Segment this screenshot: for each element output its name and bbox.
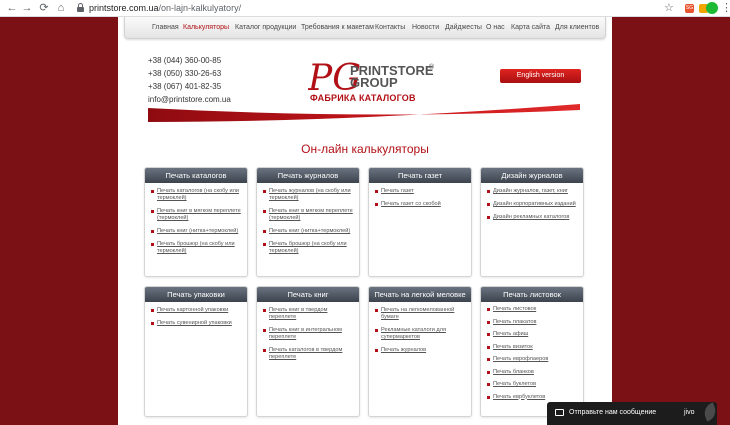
calculator-link[interactable]: Печать листовок [493, 306, 536, 312]
back-arrow-icon[interactable]: ← [5, 1, 19, 15]
calculator-link[interactable]: Печать книг в мягком переплете (термокле… [269, 208, 353, 221]
calculator-card-books: Печать книг Печать книг в твердом перепл… [256, 286, 360, 417]
browser-menu-icon[interactable]: ⋮ [721, 1, 730, 15]
calculator-link[interactable]: Печать журналов (на скобу или термоклей) [269, 188, 351, 201]
extension-icon[interactable]: SG [685, 4, 694, 13]
calculator-link[interactable]: Печать книг в твердом переплете [269, 307, 327, 320]
calculator-link[interactable]: Рекламные каталоги для супермаркетов [381, 327, 446, 340]
url-domain: printstore.com.ua [89, 3, 159, 13]
phone-number[interactable]: +38 (044) 360-00-85 [148, 54, 231, 67]
calculator-link[interactable]: Печать брошюр (на скобу или термоклей) [157, 241, 235, 254]
english-version-button[interactable]: English version [500, 69, 581, 83]
card-title: Печать книг [257, 287, 359, 302]
calculator-link[interactable]: Печать книг (нитка+термоклей) [269, 228, 350, 234]
calculator-card-newspapers: Печать газет Печать газет Печать газет с… [368, 167, 472, 277]
calculator-link[interactable]: Дизайн корпоративных изданий [493, 201, 576, 207]
nav-item-requirements[interactable]: Требования к макетам [301, 23, 374, 32]
card-title: Печать каталогов [145, 168, 247, 183]
calculator-link[interactable]: Печать бланков [493, 369, 534, 375]
nav-item-calculators[interactable]: Калькуляторы [183, 23, 229, 32]
reload-icon[interactable]: ⟳ [37, 1, 51, 15]
page-content: Главная Калькуляторы Каталог продукции Т… [118, 17, 612, 425]
chat-brand-label: jivo [684, 409, 695, 416]
calculator-link[interactable]: Печать книг в мягком переплете (термокле… [157, 208, 241, 221]
contact-block: +38 (044) 360-00-85 +38 (050) 330-26-63 … [148, 54, 231, 106]
nav-item-digests[interactable]: Дайджесты [445, 23, 482, 32]
phone-number[interactable]: +38 (050) 330-26-63 [148, 67, 231, 80]
calculator-link[interactable]: Печать плакатов [493, 319, 536, 325]
chat-widget-button[interactable]: Отправьте нам сообщение jivo [547, 402, 717, 425]
card-title: Печать упаковки [145, 287, 247, 302]
calculator-link[interactable]: Печать брошюр (на скобу или термоклей) [269, 241, 347, 254]
card-title: Печать газет [369, 168, 471, 183]
nav-item-clients[interactable]: Для клиентов [555, 23, 599, 32]
calculator-link[interactable]: Печать афиш [493, 331, 528, 337]
calculator-link[interactable]: Печать книг (нитка+термоклей) [157, 228, 238, 234]
calculator-card-light-coated: Печать на легкой меловке Печать на легко… [368, 286, 472, 417]
card-title: Печать журналов [257, 168, 359, 183]
lock-icon [77, 3, 84, 12]
home-icon[interactable]: ⌂ [54, 1, 68, 15]
nav-item-catalog[interactable]: Каталог продукции [235, 23, 296, 32]
forward-arrow-icon[interactable]: → [20, 1, 34, 15]
calculator-card-magazine-design: Дизайн журналов Дизайн журналов, газет, … [480, 167, 584, 277]
top-navigation: Главная Калькуляторы Каталог продукции Т… [124, 17, 606, 39]
profile-avatar[interactable] [706, 2, 718, 14]
calculator-link[interactable]: Печать на легкомелованной бумаге [381, 307, 454, 320]
calculator-link[interactable]: Печать еврофлаеров [493, 356, 548, 362]
calculator-link[interactable]: Печать журналов [381, 347, 426, 353]
url-path: /on-lajn-kalkulyatory/ [158, 3, 242, 13]
address-bar[interactable]: printstore.com.ua/on-lajn-kalkulyatory/ [89, 2, 241, 15]
logo-text-line2: GROUP [350, 75, 398, 90]
calculator-card-magazines: Печать журналов Печать журналов (на скоб… [256, 167, 360, 277]
calculator-card-packaging: Печать упаковки Печать картонной упаковк… [144, 286, 248, 417]
calculator-link[interactable]: Печать еврбуклетов [493, 394, 545, 400]
card-title: Печать на легкой меловке [369, 287, 471, 302]
bookmark-star-icon[interactable]: ☆ [664, 1, 674, 15]
calculator-link[interactable]: Печать книг в интегральном переплете [269, 327, 342, 340]
page-title: Он-лайн калькуляторы [301, 142, 429, 156]
calculator-card-catalogs: Печать каталогов Печать каталогов (на ск… [144, 167, 248, 277]
calculator-link[interactable]: Печать газет [381, 188, 414, 194]
nav-item-news[interactable]: Новости [412, 23, 439, 32]
calculator-link[interactable]: Печать сувенирной упаковки [157, 320, 232, 326]
header-swoosh-decoration [148, 104, 580, 122]
calculator-link[interactable]: Печать буклетов [493, 381, 536, 387]
calculator-link[interactable]: Печать визиток [493, 344, 533, 350]
page-viewport: Главная Калькуляторы Каталог продукции Т… [0, 17, 730, 425]
browser-toolbar: ← → ⟳ ⌂ printstore.com.ua/on-lajn-kalkul… [0, 0, 730, 17]
chat-widget-label: Отправьте нам сообщение [569, 409, 657, 416]
nav-item-contacts[interactable]: Контакты [375, 23, 405, 32]
calculator-link[interactable]: Дизайн журналов, газет, книг [493, 188, 568, 194]
calculator-link[interactable]: Дизайн рекламных каталогов [493, 214, 569, 220]
registered-mark: ® [429, 63, 435, 71]
calculator-card-leaflets: Печать листовок Печать листовок Печать п… [480, 286, 584, 417]
calculator-link[interactable]: Печать каталогов (на скобу или термоклей… [157, 188, 239, 201]
nav-item-sitemap[interactable]: Карта сайта [511, 23, 550, 32]
calculator-link[interactable]: Печать картонной упаковки [157, 307, 228, 313]
card-title: Печать листовок [481, 287, 583, 302]
nav-item-about[interactable]: О нас [486, 23, 505, 32]
calculator-link[interactable]: Печать газет со скобой [381, 201, 441, 207]
calculator-link[interactable]: Печать каталогов в твердом переплете [269, 347, 342, 360]
phone-number[interactable]: +38 (067) 401-82-35 [148, 80, 231, 93]
logo-slogan: ФАБРИКА КАТАЛОГОВ [310, 93, 416, 103]
nav-item-home[interactable]: Главная [152, 23, 179, 32]
card-title: Дизайн журналов [481, 168, 583, 183]
chat-bubble-icon [555, 409, 564, 416]
